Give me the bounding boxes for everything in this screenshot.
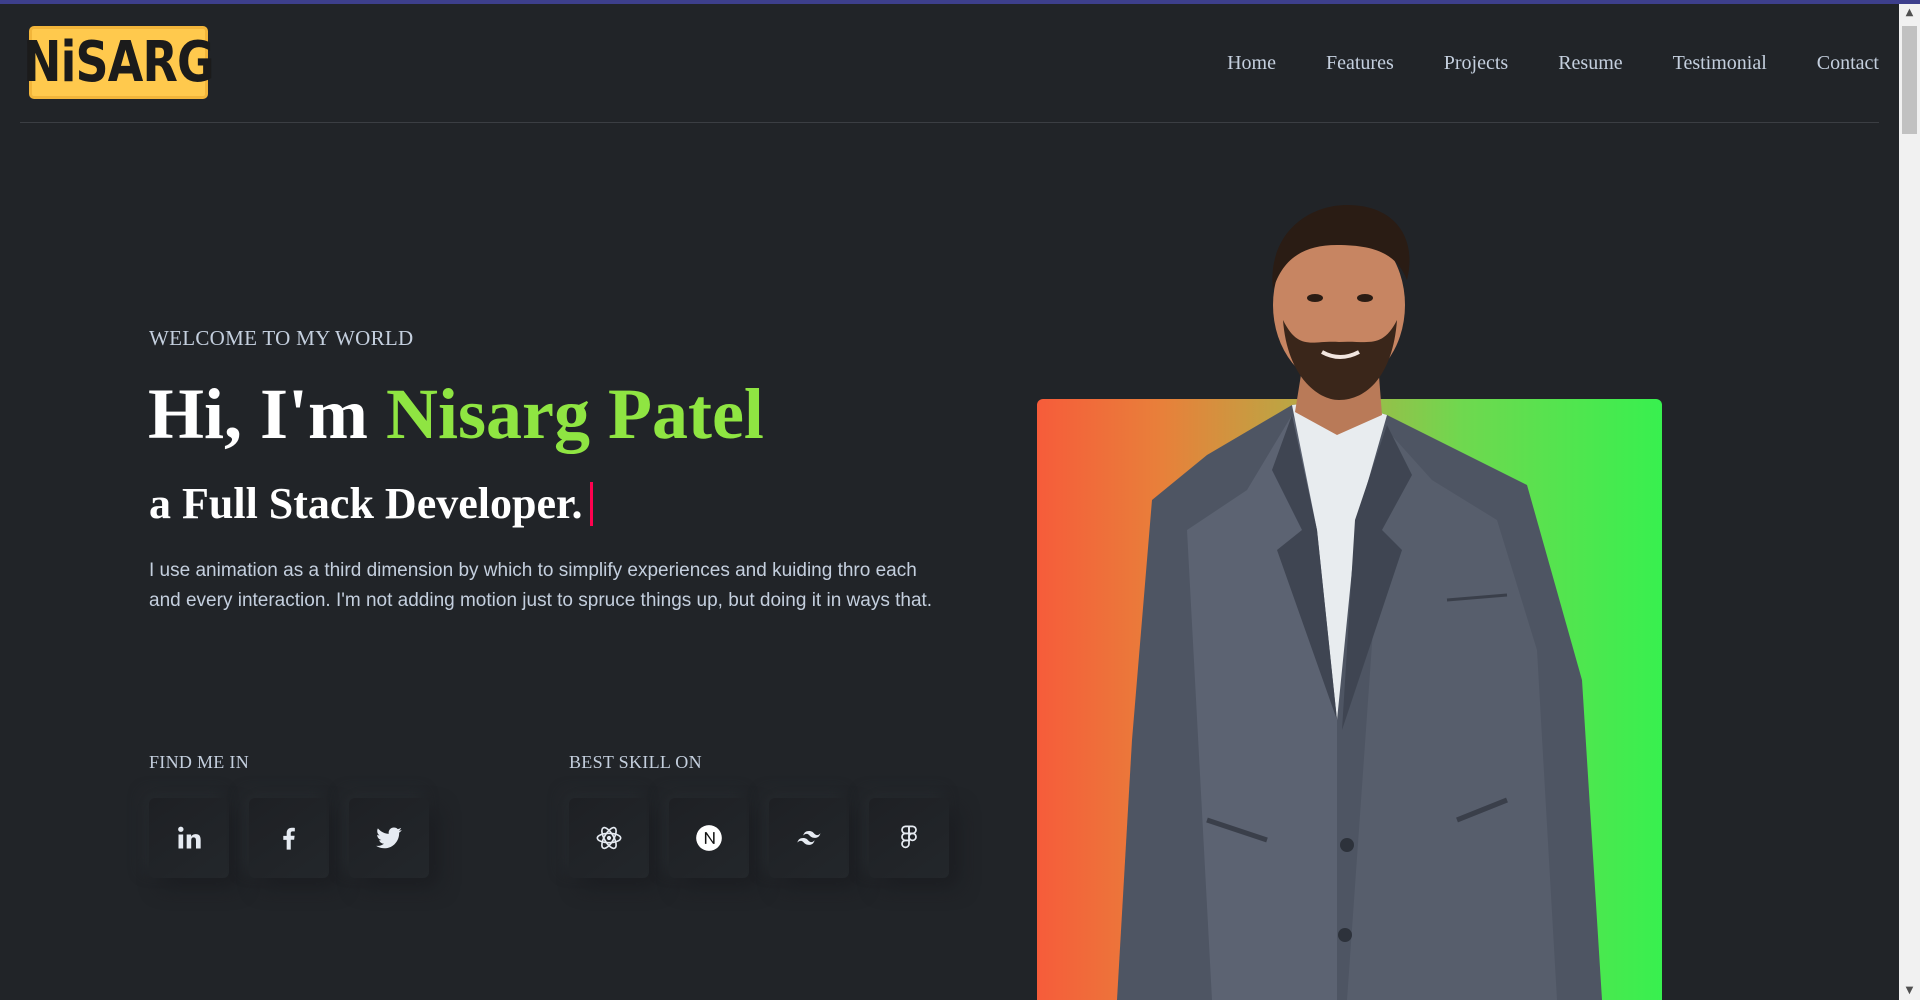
twitter-button[interactable] [349,798,429,878]
react-icon [596,826,622,850]
nav-testimonial[interactable]: Testimonial [1673,52,1767,75]
nav-contact[interactable]: Contact [1817,52,1879,75]
role-text: a Full Stack Developer. [149,479,583,528]
scroll-down-arrow-icon[interactable]: ▼ [1899,982,1920,1000]
nav-features[interactable]: Features [1326,52,1394,75]
tailwind-icon [797,831,821,845]
social-icons [149,798,429,878]
greeting-text: Hi, I'm [148,374,387,454]
hero-headline: Hi, I'm Nisarg Patel [148,378,764,450]
profile-photo [1117,205,1602,1000]
hero-name: Nisarg Patel [386,374,764,454]
hero-description: I use animation as a third dimension by … [149,560,933,611]
tailwind-button[interactable] [769,798,849,878]
find-me-label: FIND ME IN [149,752,249,772]
facebook-icon [283,827,295,850]
skill-icons [569,798,949,878]
best-skill-label: BEST SKILL ON [569,752,702,772]
page-scrollbar[interactable]: ▲ ▼ [1899,4,1920,1000]
main-nav: Home Features Projects Resume Testimonia… [1177,52,1879,75]
nav-resume[interactable]: Resume [1558,52,1622,75]
twitter-icon [376,827,402,849]
facebook-button[interactable] [249,798,329,878]
logo-text: NiSARG [23,29,215,95]
window-top-border [0,0,1920,4]
figma-icon [901,825,917,849]
nav-home[interactable]: Home [1227,52,1276,75]
figma-button[interactable] [869,798,949,878]
scrollbar-thumb[interactable] [1902,26,1917,134]
typing-cursor [590,482,594,526]
header-divider [20,122,1879,123]
nextjs-icon [696,825,722,851]
hero-role: a Full Stack Developer. [149,479,594,528]
site-logo[interactable]: NiSARG [23,26,215,99]
nextjs-button[interactable] [669,798,749,878]
linkedin-icon [178,826,201,849]
linkedin-button[interactable] [149,798,229,878]
welcome-text: WELCOME TO MY WORLD [149,326,414,350]
nav-projects[interactable]: Projects [1444,52,1508,75]
scroll-up-arrow-icon[interactable]: ▲ [1899,4,1920,22]
react-button[interactable] [569,798,649,878]
